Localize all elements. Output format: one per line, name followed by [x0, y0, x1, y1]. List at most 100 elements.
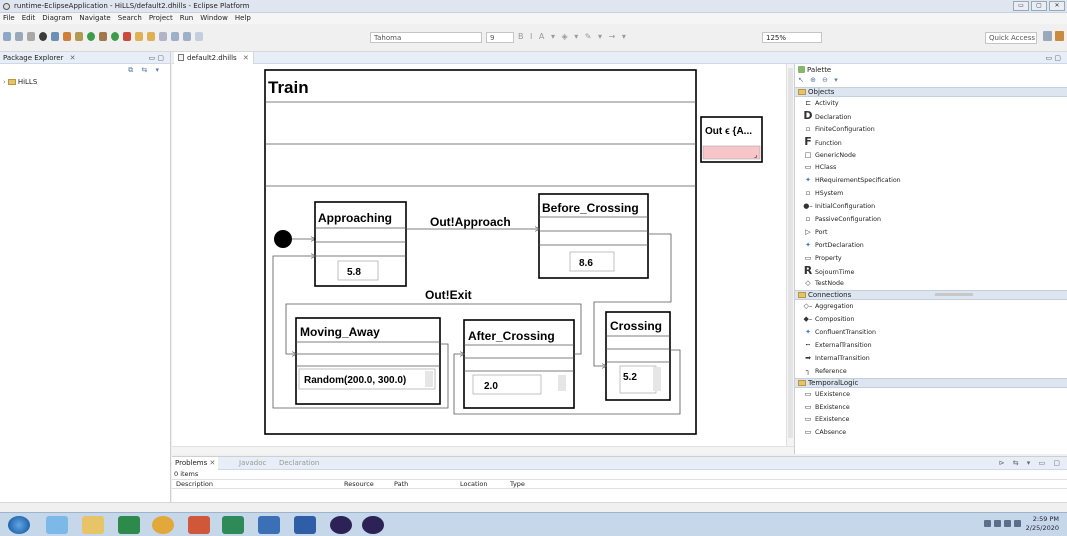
palette-item-bexistence[interactable]: ▭ BExistence	[795, 401, 1067, 414]
font-size-select[interactable]: 9	[486, 32, 514, 43]
tray-icon[interactable]	[984, 520, 991, 527]
state-approaching[interactable]: Approaching 5.8	[314, 201, 407, 287]
eclipse-runtime-icon[interactable]	[362, 516, 384, 534]
palette-item-confluent-transition[interactable]: ✦ ConfluentTransition	[795, 326, 1067, 339]
canvas-horizontal-scrollbar[interactable]	[172, 446, 794, 454]
project-icon[interactable]	[222, 516, 244, 534]
quick-access-input[interactable]: Quick Access	[985, 32, 1037, 44]
palette-splitter[interactable]	[935, 293, 973, 296]
excel-icon[interactable]	[118, 516, 140, 534]
palette-item-eexistence[interactable]: ▭ EExistence	[795, 413, 1067, 426]
view-menu-icons[interactable]: ⊳ ⇆ ▾ ▭ ▢	[999, 457, 1063, 470]
java-perspective-icon[interactable]	[1055, 31, 1064, 41]
column-description[interactable]: Description	[176, 480, 213, 489]
menu-edit[interactable]: Edit	[22, 13, 36, 24]
close-window-button[interactable]: ✕	[1049, 1, 1065, 11]
open-perspective-icon[interactable]	[1043, 31, 1052, 41]
palette-item-activity[interactable]: ⊏ Activity	[795, 97, 1067, 110]
palette-item-property[interactable]: ▭ Property	[795, 252, 1067, 265]
ie-icon[interactable]	[46, 516, 68, 534]
chrome-icon[interactable]	[152, 516, 174, 534]
palette-item-declaration[interactable]: D Declaration	[795, 109, 1067, 123]
palette-item-finite-configuration[interactable]: ▫ FiniteConfiguration	[795, 123, 1067, 136]
editor-tab[interactable]: default2.dhills ✕	[174, 52, 254, 64]
palette-item-external-transition[interactable]: ┅ ExternalTransition	[795, 339, 1067, 352]
palette-item-hsystem[interactable]: ▫ HSystem	[795, 187, 1067, 200]
nav-forward-icon[interactable]	[183, 32, 191, 41]
package-explorer-min-max[interactable]: ▭ ▢	[149, 52, 164, 64]
run-icon[interactable]	[87, 32, 95, 41]
palette-tools[interactable]: ↖ ⊕ ⊖ ▾	[795, 76, 1067, 87]
palette-item-passive-configuration[interactable]: ▫ PassiveConfiguration	[795, 213, 1067, 226]
prev-edit-icon[interactable]	[195, 32, 203, 41]
tab-declaration[interactable]: Declaration	[276, 457, 322, 470]
open-folder-icon[interactable]	[135, 32, 143, 41]
menu-window[interactable]: Window	[200, 13, 228, 24]
palette-item-function[interactable]: F Function	[795, 135, 1067, 149]
state-crossing[interactable]: Crossing 5.2	[605, 311, 671, 401]
palette-item-cabsence[interactable]: ▭ CAbsence	[795, 426, 1067, 439]
package-icon[interactable]	[99, 32, 107, 41]
menu-run[interactable]: Run	[180, 13, 193, 24]
collapse-link-icons[interactable]: ⧉ ⇆ ▾	[128, 66, 162, 75]
column-resource[interactable]: Resource	[344, 480, 374, 489]
drawer-connections[interactable]: Connections	[795, 290, 1067, 301]
palette-item-hrequirement[interactable]: ✦ HRequirementSpecification	[795, 174, 1067, 187]
output-port[interactable]: Out ϵ {A... ⌟	[700, 116, 763, 163]
print-icon[interactable]	[27, 32, 35, 41]
scroll-thumb[interactable]	[788, 68, 793, 438]
menu-help[interactable]: Help	[235, 13, 251, 24]
visio-icon[interactable]	[258, 516, 280, 534]
palette-item-test-node[interactable]: ◇ TestNode	[795, 277, 1067, 290]
flag-icon[interactable]	[1004, 520, 1011, 527]
state-after-crossing[interactable]: After_Crossing 2.0	[463, 319, 575, 409]
expand-caret-icon[interactable]: ›	[3, 78, 6, 86]
drawer-temporal-logic[interactable]: TemporalLogic	[795, 377, 1067, 388]
tab-problems[interactable]: Problems ✕	[172, 457, 219, 470]
explorer-icon[interactable]	[82, 516, 104, 534]
tab-close-icon[interactable]: ✕	[210, 459, 216, 467]
column-location[interactable]: Location	[460, 480, 488, 489]
column-path[interactable]: Path	[394, 480, 408, 489]
field-scroll[interactable]	[425, 371, 433, 387]
menu-project[interactable]: Project	[149, 13, 173, 24]
eclipse-icon[interactable]	[330, 516, 352, 534]
menu-diagram[interactable]: Diagram	[42, 13, 72, 24]
model-icon[interactable]	[63, 32, 71, 41]
drawer-objects[interactable]: Objects	[795, 87, 1067, 97]
pencil-icon[interactable]	[159, 32, 167, 41]
port-value-field[interactable]	[702, 145, 761, 160]
editor-tab-close-icon[interactable]: ✕	[243, 54, 249, 62]
word-icon[interactable]	[294, 516, 316, 534]
run-config-icon[interactable]	[111, 32, 119, 41]
initial-node[interactable]	[274, 230, 292, 248]
menu-search[interactable]: Search	[118, 13, 142, 24]
editor-min-max[interactable]: ▭ ▢	[1046, 52, 1061, 64]
column-type[interactable]: Type	[510, 480, 525, 489]
powerpoint-icon[interactable]	[188, 516, 210, 534]
format-buttons[interactable]: B I A ▾ ◈ ▾ ✎ ▾ → ▾	[518, 32, 628, 41]
diagram-canvas[interactable]: Train Out ϵ {A... ⌟ Approaching 5.8 Befo…	[172, 64, 786, 446]
new-icon[interactable]	[3, 32, 11, 41]
field-scroll[interactable]	[653, 367, 661, 391]
volume-icon[interactable]	[1014, 520, 1021, 527]
search-icon[interactable]	[51, 32, 59, 41]
palette-item-uexistence[interactable]: ▭ UExistence	[795, 388, 1067, 401]
palette-item-sojourn-time[interactable]: R SojournTime	[795, 264, 1067, 278]
external-tools-icon[interactable]	[123, 32, 131, 41]
palette-item-composition[interactable]: ◆– Composition	[795, 313, 1067, 326]
maximize-button[interactable]: ▢	[1031, 1, 1047, 11]
tree-item-hills[interactable]: › HiLLS	[0, 77, 170, 87]
save-icon[interactable]	[15, 32, 23, 41]
network-icon[interactable]	[994, 520, 1001, 527]
menu-navigate[interactable]: Navigate	[79, 13, 110, 24]
minimize-button[interactable]: ▭	[1013, 1, 1029, 11]
zoom-select[interactable]: 125%	[762, 32, 822, 43]
palette-item-reference[interactable]: ┐ Reference	[795, 365, 1067, 378]
package-explorer-close-icon[interactable]: ✕	[70, 54, 76, 62]
menu-file[interactable]: File	[3, 13, 15, 24]
palette-item-hclass[interactable]: ▭ HClass	[795, 161, 1067, 174]
canvas-vertical-scrollbar[interactable]	[786, 64, 794, 446]
palette-item-port[interactable]: ▷ Port	[795, 226, 1067, 239]
palette-item-initial-configuration[interactable]: ●– InitialConfiguration	[795, 200, 1067, 213]
